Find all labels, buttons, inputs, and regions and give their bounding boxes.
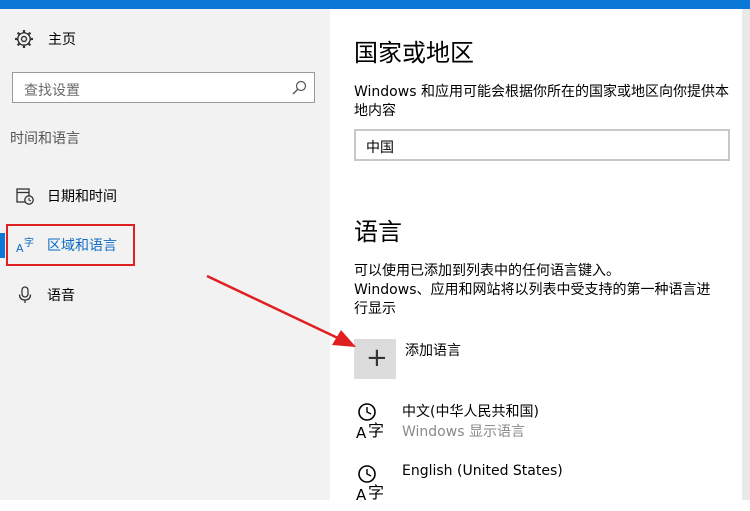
settings-search-input[interactable]: 查找设置 <box>12 72 315 103</box>
sidebar-item-speech[interactable]: 语音 <box>0 276 330 314</box>
sidebar-item-label: 语音 <box>47 288 75 304</box>
search-placeholder: 查找设置 <box>24 83 80 99</box>
add-language-button[interactable]: + <box>354 339 396 379</box>
language-description-line: Windows、应用和网站将以列表中受支持的第一种语言进行显示 <box>354 282 711 317</box>
sidebar-section-heading: 时间和语言 <box>10 131 80 147</box>
home-label: 主页 <box>48 32 76 48</box>
svg-text:字: 字 <box>368 421 384 440</box>
highlight-annotation <box>6 224 135 266</box>
window-title-bar <box>0 0 750 9</box>
language-pack-icon: A 字 <box>356 465 384 503</box>
svg-text:A: A <box>356 424 367 441</box>
add-language-label[interactable]: 添加语言 <box>405 340 461 360</box>
language-name: 中文(中华人民共和国) <box>402 404 539 420</box>
scrollbar[interactable] <box>742 9 750 500</box>
search-icon[interactable] <box>291 80 307 96</box>
calendar-clock-icon <box>16 188 34 205</box>
region-heading: 国家或地区 <box>354 39 474 67</box>
active-indicator <box>0 233 5 258</box>
sidebar-item-label: 日期和时间 <box>47 189 117 205</box>
language-item[interactable]: A 字 English (United States) <box>354 463 714 511</box>
language-name: English (United States) <box>402 463 563 479</box>
language-heading: 语言 <box>354 218 402 246</box>
svg-text:A: A <box>356 486 367 503</box>
language-item[interactable]: A 字 中文(中华人民共和国) Windows 显示语言 <box>354 401 714 449</box>
microphone-icon <box>18 286 32 303</box>
gear-icon <box>15 30 33 48</box>
plus-icon: + <box>366 343 388 373</box>
language-description-line: 可以使用已添加到列表中的任何语言键入。 <box>354 263 620 279</box>
sidebar-item-date-time[interactable]: 日期和时间 <box>0 177 330 215</box>
language-description: 可以使用已添加到列表中的任何语言键入。 Windows、应用和网站将以列表中受支… <box>354 262 724 319</box>
language-pack-icon: A 字 <box>356 403 384 441</box>
region-selected-value: 中国 <box>366 140 394 156</box>
svg-text:字: 字 <box>368 483 384 502</box>
region-description: Windows 和应用可能会根据你所在的国家或地区向你提供本地内容 <box>354 84 729 119</box>
home-link[interactable]: 主页 <box>14 28 76 50</box>
region-select[interactable]: 中国 <box>354 129 730 161</box>
main-content: 国家或地区 Windows 和应用可能会根据你所在的国家或地区向你提供本地内容 … <box>330 9 750 503</box>
language-subtitle: Windows 显示语言 <box>402 424 525 440</box>
